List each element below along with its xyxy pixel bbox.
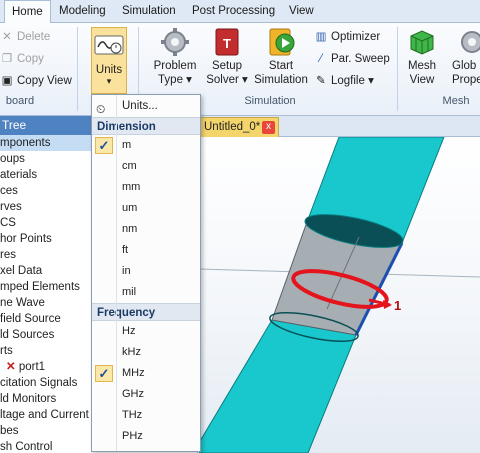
mesh-view-button[interactable]: Mesh View [402,27,442,87]
close-icon[interactable]: x [262,121,275,134]
delete-icon: ✕ [2,31,12,43]
optimizer-button[interactable]: ▥ Optimizer [314,27,381,47]
model-canvas: 1 [199,137,480,453]
checkmark-icon: ✓ [95,137,113,154]
logfile-button[interactable]: ✎ Logfile ▾ [314,71,374,91]
frequency-ghz[interactable]: GHz [92,384,200,405]
copy-view-icon: ▣ [1,75,13,87]
clipboard-group-label: board [5,95,35,107]
start-simulation-button[interactable]: Start Simulation [254,27,308,87]
document-tab[interactable]: Untitled_0* x [199,117,279,137]
frequency-section-header: Frequency [92,303,200,321]
frequency-thz[interactable]: THz [92,405,200,426]
units-dropdown-menu: ⏲ Units... Dimension ✓ m cm mm um nm ft i… [91,94,201,452]
ribbon: ✕ Delete ❐ Copy ▣ Copy View board Problem T… [0,23,480,116]
logfile-icon: ✎ [316,75,326,87]
dimension-cm[interactable]: cm [92,156,200,177]
units-icon [94,30,124,60]
port-icon: ✕ [6,361,16,373]
ribbon-tab-bar: Home Modeling Simulation Post Processing… [0,0,480,24]
mesh-group-label: Mesh [442,95,470,107]
problem-type-button[interactable]: Problem Type ▾ [150,27,200,87]
dimension-um[interactable]: um [92,198,200,219]
svg-text:T: T [223,36,231,51]
setup-solver-button[interactable]: T Setup Solver ▾ [204,27,250,87]
dimension-m[interactable]: ✓ m [92,135,200,156]
dimension-nm[interactable]: nm [92,219,200,240]
ribbon-separator [397,27,398,111]
play-icon [266,27,296,57]
par-sweep-button[interactable]: ⁄ Par. Sweep [314,49,390,69]
frequency-mhz[interactable]: ✓ MHz [92,363,200,384]
app-window: Home Modeling Simulation Post Processing… [0,0,480,453]
tab-modeling[interactable]: Modeling [52,0,113,23]
frequency-hz[interactable]: Hz [92,321,200,342]
dimension-mm[interactable]: mm [92,177,200,198]
gear-icon [457,27,480,57]
port-number-label: 1 [394,298,401,313]
copy-icon: ❐ [1,53,13,65]
solver-icon: T [212,27,242,57]
tab-simulation[interactable]: Simulation [115,0,183,23]
copy-view-button[interactable]: ▣ Copy View [0,71,72,91]
tab-home[interactable]: Home [4,0,51,24]
3d-viewport[interactable]: 1 [199,137,480,453]
mesh-cube-icon [407,27,437,57]
global-properties-button[interactable]: Glob Proper [452,27,480,87]
dimension-mil[interactable]: mil [92,282,200,303]
tab-post-processing[interactable]: Post Processing [185,0,282,23]
frequency-phz[interactable]: PHz [92,426,200,447]
copy-button[interactable]: ❐ Copy [0,49,44,69]
units-dialog-item[interactable]: ⏲ Units... [92,95,200,117]
sweep-icon: ⁄ [320,53,322,65]
document-tab-strip: Untitled_0* x [199,116,480,137]
units-button[interactable]: Units ▾ [91,27,127,94]
gear-icon [160,27,190,57]
units-icon: ⏲ [96,102,106,116]
frequency-khz[interactable]: kHz [92,342,200,363]
checkmark-icon: ✓ [95,365,113,382]
dimension-in[interactable]: in [92,261,200,282]
dimension-section-header: Dimension [92,117,200,135]
chevron-down-icon: ▾ [106,76,112,86]
optimizer-icon: ▥ [315,31,327,43]
tab-view[interactable]: View [282,0,321,23]
dimension-ft[interactable]: ft [92,240,200,261]
simulation-group-label: Simulation [244,95,296,107]
delete-button[interactable]: ✕ Delete [0,27,50,47]
ribbon-separator [77,27,78,111]
